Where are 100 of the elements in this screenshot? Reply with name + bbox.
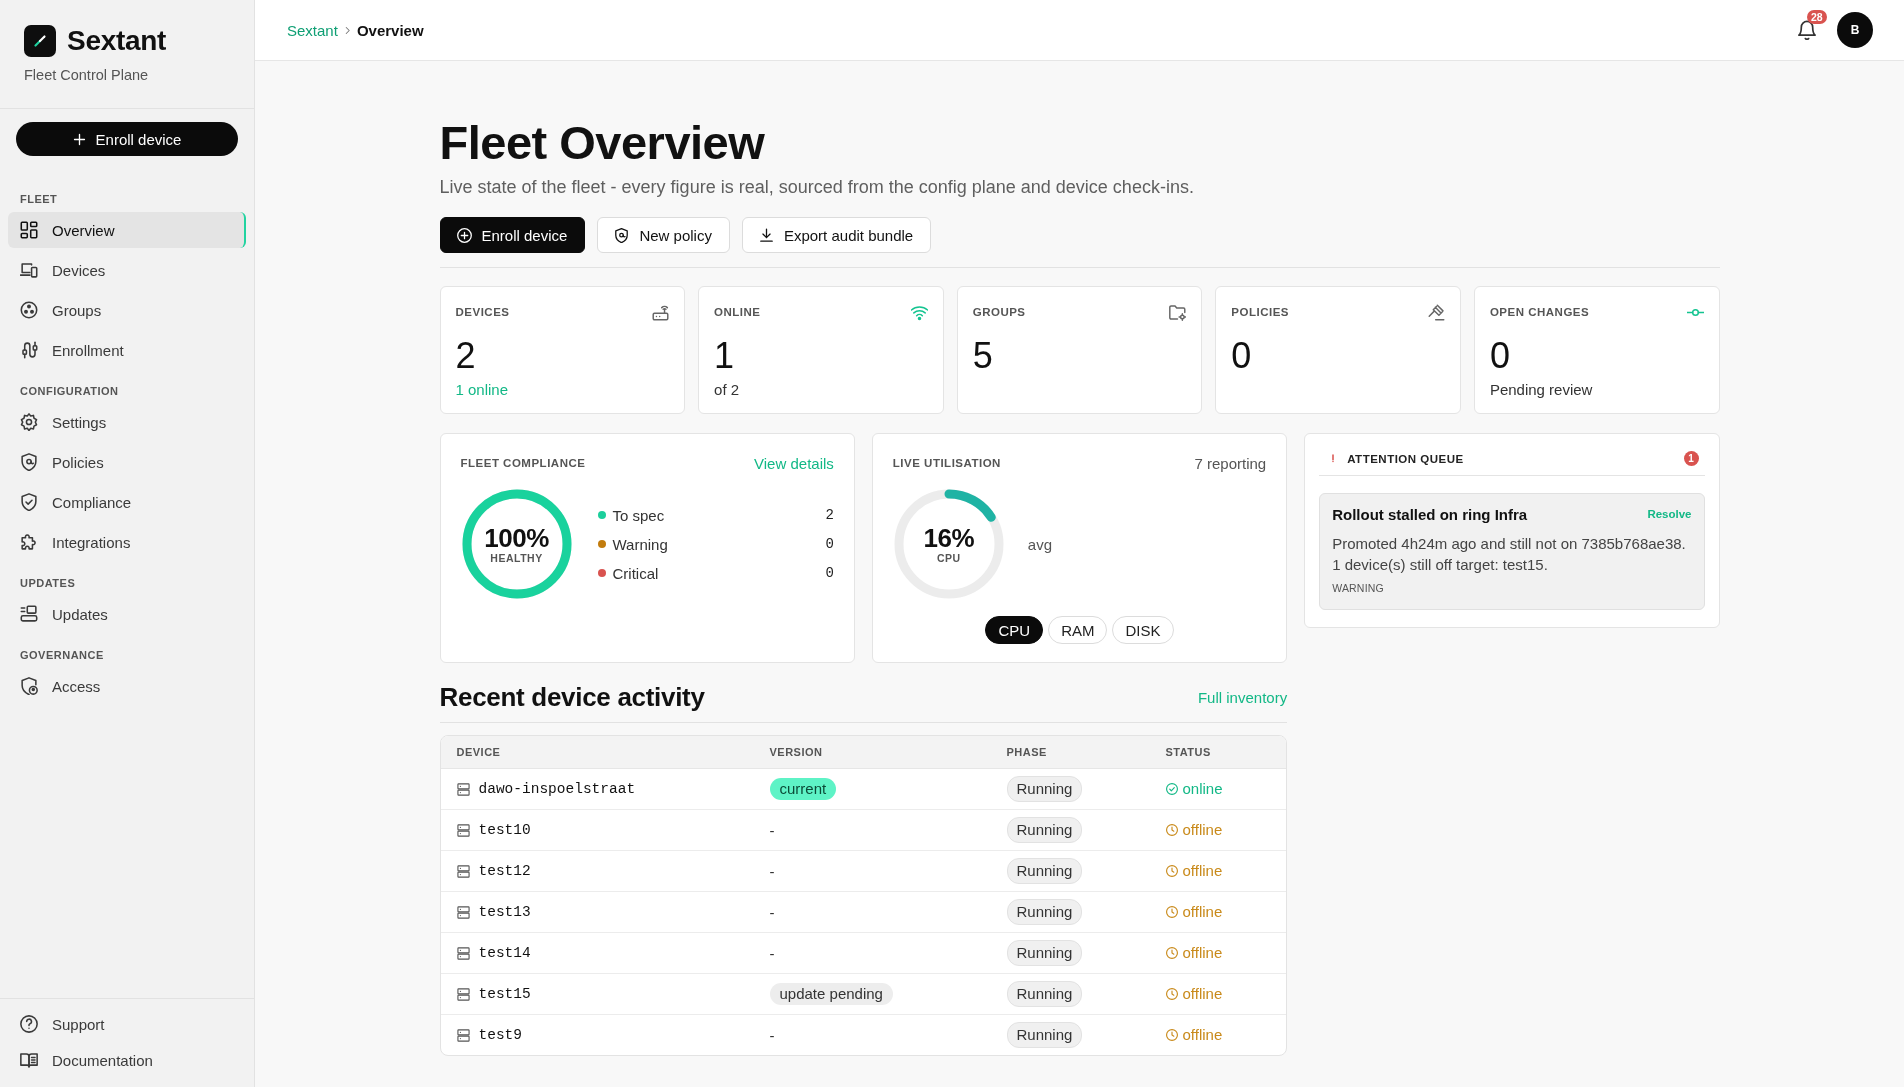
legend-label: To spec (612, 506, 666, 524)
nav-item[interactable]: Policies (8, 444, 246, 480)
book-icon (20, 1051, 38, 1069)
nav-item[interactable]: Groups (8, 292, 246, 328)
status-text: offline (1182, 1026, 1223, 1044)
nav-item[interactable]: Access (8, 668, 246, 704)
notification-count: 28 (1807, 10, 1827, 24)
server-icon (456, 823, 470, 837)
puzzle-icon (20, 533, 38, 551)
column-header: DEVICE (440, 736, 754, 769)
stat-value: 0 (1489, 336, 1511, 376)
device-name: dawo-inspoelstraat (478, 781, 636, 797)
nav-item[interactable]: Settings (8, 404, 246, 440)
nav-item[interactable]: Compliance (8, 484, 246, 520)
gauge-caption: HEALTHY (490, 552, 543, 564)
status-text: offline (1182, 903, 1223, 921)
page-title: Fleet Overview (439, 117, 766, 169)
devices-icon (20, 261, 38, 279)
phase-tag: Running (1006, 899, 1083, 925)
card-title: LIVE UTILISATION (892, 457, 1001, 469)
legend-count: 0 (825, 565, 834, 581)
server-icon (456, 946, 470, 960)
notifications-bell-icon[interactable] (1798, 20, 1816, 40)
phase-tag: Running (1006, 940, 1083, 966)
phase-tag: Running (1006, 1022, 1083, 1048)
legend-label: Warning (612, 535, 669, 553)
server-icon (456, 864, 470, 878)
dashboard-grid-icon (20, 221, 38, 239)
stat-label: OPEN CHANGES (1489, 306, 1590, 318)
legend-label: Critical (612, 564, 660, 582)
stat-value: 1 (714, 336, 736, 376)
alert-text: Promoted 4h24m ago and still not on 7385b768ae38. (1332, 534, 1687, 554)
action-button[interactable]: Export audit bundle (741, 217, 932, 253)
stat-label: ONLINE (714, 306, 761, 318)
version-text: - (769, 944, 775, 962)
user-avatar[interactable]: B (1837, 12, 1873, 48)
device-name: test13 (478, 904, 531, 920)
nav-section-heading: CONFIGURATION (19, 385, 120, 398)
nav-item[interactable]: Overview (8, 212, 246, 248)
gauge-caption: CPU (937, 552, 961, 564)
footer-link[interactable]: Support (8, 1006, 246, 1042)
legend-count: 0 (825, 536, 834, 552)
status-text: offline (1182, 985, 1223, 1003)
footer-link[interactable]: Documentation (8, 1042, 246, 1078)
column-header: VERSION (753, 736, 991, 769)
metric-tab[interactable]: DISK (1112, 616, 1174, 644)
clock-icon (1165, 946, 1178, 959)
check-circle-icon (1165, 782, 1178, 795)
nav-section-heading: GOVERNANCE (19, 649, 105, 662)
app-tagline: Fleet Control Plane (24, 67, 150, 84)
status-text: offline (1182, 944, 1223, 962)
monitor-stack-icon (20, 605, 38, 623)
help-icon (20, 1015, 38, 1033)
circle-dots-icon (20, 301, 38, 319)
alert-title: Rollout stalled on ring Infra (1332, 505, 1528, 523)
shield-icon (20, 453, 38, 471)
download-icon (758, 227, 774, 243)
action-button[interactable]: Enroll device (439, 217, 586, 253)
nav-item[interactable]: Devices (8, 252, 246, 288)
metric-tab[interactable]: RAM (1048, 616, 1108, 644)
metric-tab[interactable]: CPU (985, 616, 1044, 644)
version-tag: current (769, 778, 837, 800)
gauge-value: 100% (484, 524, 549, 552)
plus-icon (72, 132, 86, 146)
card-title: ATTENTION QUEUE (1347, 452, 1465, 465)
stat-label: POLICIES (1231, 306, 1289, 318)
needle-logo-icon (24, 25, 56, 57)
section-title: Recent device activity (439, 681, 705, 713)
version-text: - (769, 1026, 775, 1044)
action-button[interactable]: New policy (597, 217, 730, 253)
nav-section-heading: UPDATES (19, 577, 77, 590)
version-text: - (769, 862, 775, 880)
app-name: Sextant (67, 25, 167, 57)
page-subtitle: Live state of the fleet - every figure is real, sourced from the config plane and device check-ins. (439, 176, 1195, 198)
phase-tag: Running (1006, 858, 1083, 884)
legend-count: 2 (825, 507, 834, 523)
stat-note: Pending review (1489, 381, 1594, 399)
nav-section-heading: FLEET (19, 193, 59, 206)
clock-icon (1165, 987, 1178, 1000)
gauge-value: 16% (923, 524, 975, 552)
device-name: test9 (478, 1027, 522, 1043)
phase-tag: Running (1006, 776, 1083, 802)
breadcrumb-current: Overview (356, 21, 424, 39)
clock-icon (1165, 1028, 1178, 1041)
clock-icon (1165, 905, 1178, 918)
stat-value: 2 (455, 336, 477, 376)
column-header: STATUS (1149, 736, 1287, 769)
nav-item[interactable]: Integrations (8, 524, 246, 560)
enroll-device-button[interactable]: Enroll device (16, 122, 238, 156)
nav-item[interactable]: Enrollment (8, 332, 246, 368)
server-icon (456, 782, 470, 796)
settings-icon (20, 413, 38, 431)
device-name: test10 (478, 822, 531, 838)
stat-label: DEVICES (455, 306, 510, 318)
stat-value: 0 (1231, 336, 1253, 376)
clock-icon (1165, 823, 1178, 836)
status-text: offline (1182, 821, 1223, 839)
column-header: PHASE (990, 736, 1150, 769)
alert-text: 1 device(s) still off target: test15. (1332, 555, 1549, 575)
nav-item[interactable]: Updates (8, 596, 246, 632)
